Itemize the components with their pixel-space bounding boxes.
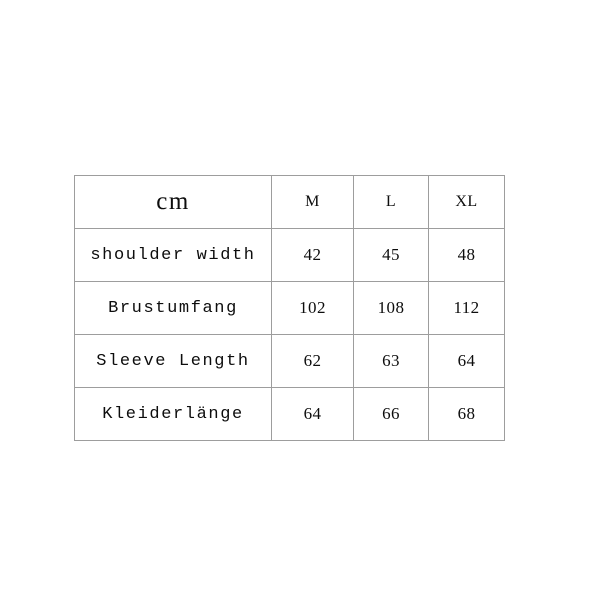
measurement-value-shoulder-width-m: 42 — [271, 228, 354, 282]
measurement-value-kleiderlaenge-l: 66 — [353, 387, 429, 441]
size-column-header-xl: XL — [428, 175, 505, 229]
unit-label-cell: cm — [74, 175, 272, 229]
size-column-header-m: M — [271, 175, 354, 229]
measurement-value-brustumfang-xl: 112 — [428, 281, 505, 335]
measurement-value-shoulder-width-xl: 48 — [428, 228, 505, 282]
table-header: cm M L XL — [74, 175, 505, 229]
measurement-value-shoulder-width-l: 45 — [353, 228, 429, 282]
measurement-value-brustumfang-l: 108 — [353, 281, 429, 335]
table-row: Kleiderlänge 64 66 68 — [74, 387, 505, 441]
measurement-value-sleeve-length-xl: 64 — [428, 334, 505, 388]
measurement-label-sleeve-length: Sleeve Length — [74, 334, 272, 388]
measurement-label-kleiderlaenge: Kleiderlänge — [74, 387, 272, 441]
table-header-row: cm M L XL — [74, 175, 505, 229]
measurement-value-brustumfang-m: 102 — [271, 281, 354, 335]
measurement-label-shoulder-width: shoulder width — [74, 228, 272, 282]
table-row: shoulder width 42 45 48 — [74, 228, 505, 282]
table-row: Sleeve Length 62 63 64 — [74, 334, 505, 388]
measurement-value-sleeve-length-l: 63 — [353, 334, 429, 388]
measurement-value-kleiderlaenge-xl: 68 — [428, 387, 505, 441]
size-chart-table: cm M L XL shoulder width 42 45 48 Brustu… — [74, 175, 505, 441]
measurement-value-sleeve-length-m: 62 — [271, 334, 354, 388]
table-row: Brustumfang 102 108 112 — [74, 281, 505, 335]
size-column-header-l: L — [353, 175, 429, 229]
measurement-value-kleiderlaenge-m: 64 — [271, 387, 354, 441]
measurement-label-brustumfang: Brustumfang — [74, 281, 272, 335]
table-body: shoulder width 42 45 48 Brustumfang 102 … — [74, 228, 505, 441]
size-chart-canvas: cm M L XL shoulder width 42 45 48 Brustu… — [0, 0, 600, 600]
